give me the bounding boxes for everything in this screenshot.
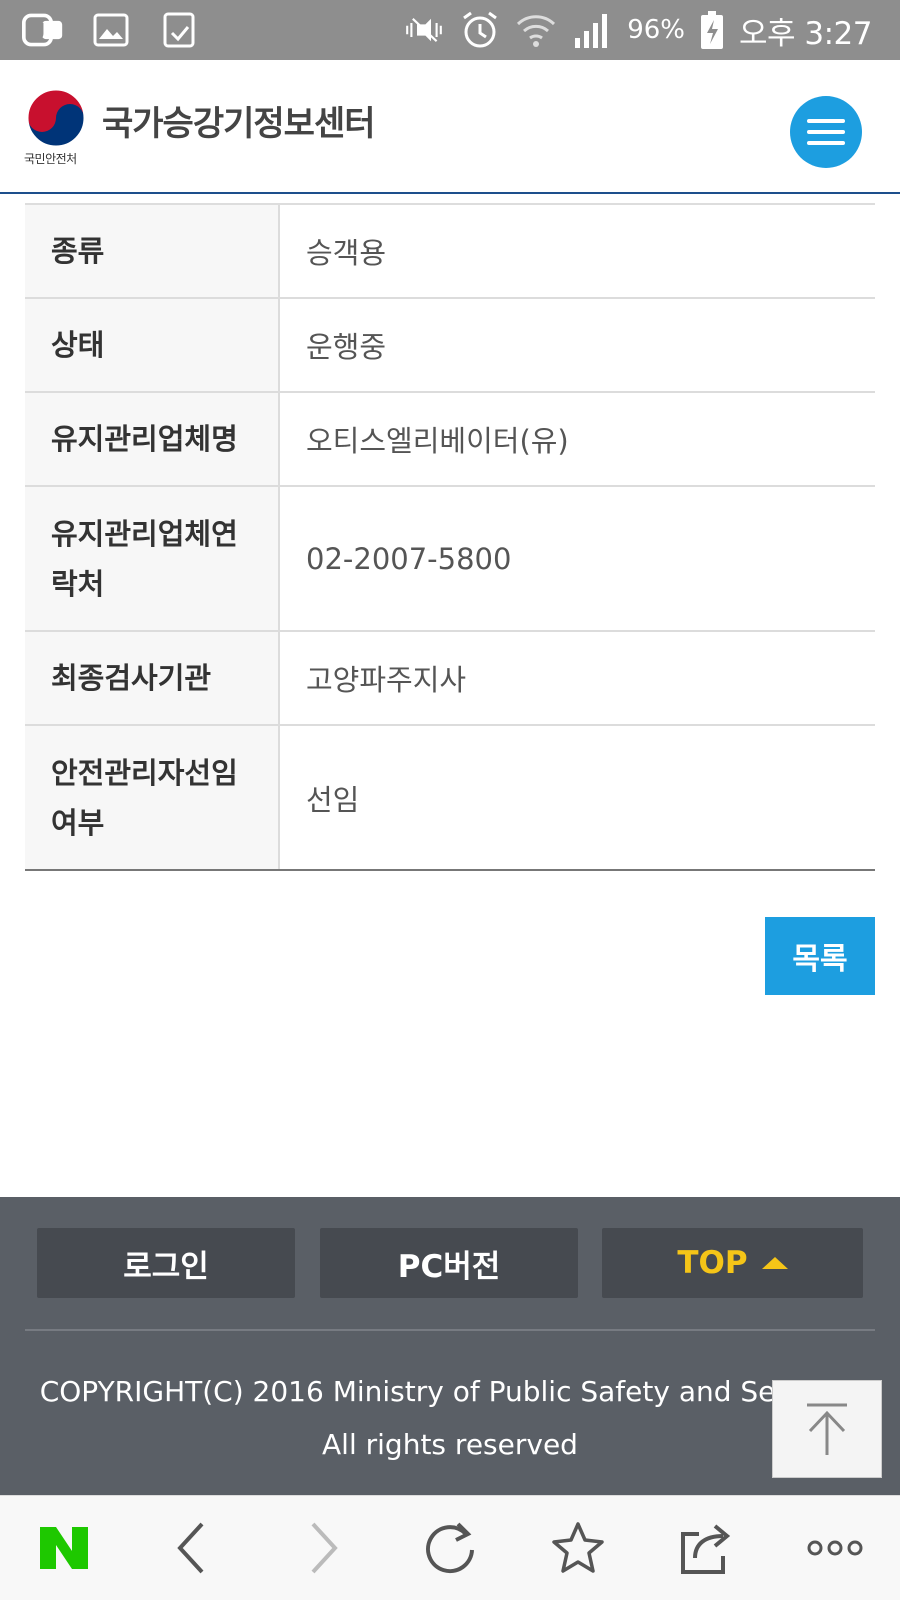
table-row: 상태 운행중	[25, 299, 875, 393]
row-label: 안전관리자선임여부	[25, 726, 280, 869]
footer-divider	[25, 1329, 875, 1331]
row-value: 고양파주지사	[306, 663, 467, 697]
app-icon	[22, 10, 64, 50]
row-value: 오티스엘리베이터(유)	[306, 424, 569, 458]
top-label: TOP	[677, 1245, 748, 1281]
table-row: 안전관리자선임여부 선임	[25, 726, 875, 871]
elevator-detail-table: 종류 승객용 상태 운행중 유지관리업체명 오티스엘리베이터(유) 유지관리업체…	[25, 203, 875, 871]
refresh-icon[interactable]	[420, 1518, 480, 1578]
top-button[interactable]: TOP	[602, 1228, 863, 1298]
bookmark-star-icon[interactable]	[548, 1518, 608, 1578]
back-icon[interactable]	[162, 1518, 222, 1578]
battery-charging-icon	[699, 10, 725, 50]
row-label: 상태	[25, 299, 280, 391]
pc-version-button[interactable]: PC버전	[320, 1228, 578, 1298]
hamburger-icon	[807, 119, 845, 123]
clock: 오후 3:27	[738, 15, 873, 52]
arrow-up-icon	[807, 1403, 847, 1455]
row-value: 02-2007-5800	[306, 541, 512, 576]
copyright-line2: All rights reserved	[322, 1428, 578, 1461]
copyright: COPYRIGHT(C) 2016 Ministry of Public Saf…	[0, 1365, 900, 1471]
row-value: 선임	[306, 782, 360, 817]
table-row: 종류 승객용	[25, 205, 875, 299]
row-label: 최종검사기관	[25, 632, 280, 724]
gallery-icon	[90, 10, 132, 50]
share-icon[interactable]	[676, 1518, 736, 1578]
menu-button[interactable]	[790, 96, 862, 168]
table-row: 유지관리업체명 오티스엘리베이터(유)	[25, 393, 875, 487]
row-value: 운행중	[306, 330, 387, 364]
naver-icon[interactable]	[34, 1518, 94, 1578]
browser-toolbar	[0, 1495, 900, 1600]
caret-up-icon	[761, 1257, 788, 1269]
table-row: 유지관리업체연락처 02-2007-5800	[25, 487, 875, 632]
row-label: 유지관리업체연락처	[25, 487, 280, 630]
list-button[interactable]: 목록	[765, 917, 875, 995]
wifi-icon	[515, 10, 557, 50]
logo-subtitle: 국민안전처	[24, 152, 77, 166]
row-label: 종류	[25, 205, 280, 297]
row-value: 승객용	[306, 236, 387, 270]
scroll-to-top-button[interactable]	[772, 1380, 882, 1478]
site-header: 국민안전처 국가승강기정보센터	[0, 60, 900, 194]
status-bar: 96% 오후 3:27	[0, 0, 900, 60]
forward-icon[interactable]	[293, 1518, 353, 1578]
mute-vibrate-icon	[403, 10, 445, 50]
site-title[interactable]: 국가승강기정보센터	[102, 96, 376, 145]
more-icon[interactable]	[805, 1518, 865, 1578]
signal-icon	[571, 10, 613, 50]
row-label: 유지관리업체명	[25, 393, 280, 485]
clipboard-icon	[158, 10, 200, 50]
footer: 로그인 PC버전 TOP COPYRIGHT(C) 2016 Ministry …	[0, 1197, 900, 1495]
copyright-line1: COPYRIGHT(C) 2016 Ministry of Public Saf…	[39, 1375, 861, 1408]
alarm-icon	[459, 10, 501, 50]
login-button[interactable]: 로그인	[37, 1228, 295, 1298]
battery-percent: 96%	[627, 15, 685, 45]
table-row: 최종검사기관 고양파주지사	[25, 632, 875, 726]
